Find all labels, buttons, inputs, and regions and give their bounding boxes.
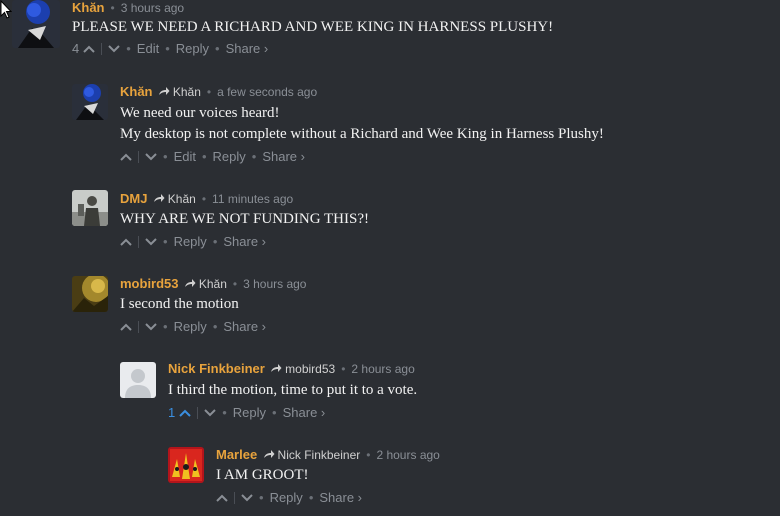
reply-to-name[interactable]: Nick Finkbeiner — [278, 448, 361, 462]
downvote-icon[interactable] — [108, 44, 120, 53]
comment-text: PLEASE WE NEED A RICHARD AND WEE KING IN… — [72, 19, 554, 35]
comment-header: Nick Finkbeiner mobird53 • 2 hours ago — [168, 361, 415, 376]
author-name[interactable]: mobird53 — [120, 276, 179, 291]
author-name[interactable]: Khăn — [120, 84, 153, 99]
share-link[interactable]: Share › — [226, 41, 269, 56]
comment-header: mobird53 Khăn • 3 hours ago — [120, 276, 307, 291]
reply-arrow-icon — [153, 194, 165, 202]
downvote-icon[interactable] — [204, 408, 216, 417]
timestamp[interactable]: 2 hours ago — [376, 448, 439, 462]
avatar[interactable] — [72, 190, 108, 226]
comment-actions: • Edit • Reply • Share › — [120, 149, 305, 164]
author-name[interactable]: Khăn — [72, 0, 105, 15]
reply-arrow-icon — [263, 450, 275, 458]
comment-text: I AM GROOT! — [216, 467, 309, 483]
comment-actions: 1 • Reply • Share › — [168, 405, 326, 420]
downvote-icon[interactable] — [145, 322, 157, 331]
reply-to-name[interactable]: Khăn — [168, 192, 196, 206]
upvote-icon[interactable] — [83, 45, 95, 53]
reply-arrow-icon — [184, 279, 196, 287]
comment-header: Marlee Nick Finkbeiner • 2 hours ago — [216, 447, 440, 462]
comment-text-line: My desktop is not complete without a Ric… — [120, 126, 604, 142]
comment-actions: 4 • Edit • Reply • Share › — [72, 41, 269, 56]
reply-link[interactable]: Reply — [174, 319, 207, 334]
timestamp[interactable]: a few seconds ago — [217, 85, 317, 99]
reply-to[interactable]: Nick Finkbeiner — [263, 448, 361, 462]
avatar[interactable] — [120, 362, 156, 398]
reply-link[interactable]: Reply — [233, 405, 266, 420]
reply-link[interactable]: Reply — [174, 234, 207, 249]
upvote-icon[interactable] — [120, 153, 132, 161]
reply-arrow-icon — [158, 87, 170, 95]
comment-text: WHY ARE WE NOT FUNDING THIS?! — [120, 211, 370, 227]
reply-to[interactable]: Khăn — [153, 192, 196, 206]
avatar[interactable] — [168, 447, 204, 483]
downvote-icon[interactable] — [145, 152, 157, 161]
reply-arrow-icon — [271, 364, 282, 372]
author-name[interactable]: Nick Finkbeiner — [168, 361, 265, 376]
upvote-icon[interactable] — [216, 494, 228, 502]
avatar[interactable] — [72, 276, 108, 312]
downvote-icon[interactable] — [145, 237, 157, 246]
share-link[interactable]: Share › — [223, 319, 266, 334]
comment-text: I second the motion — [120, 296, 239, 312]
reply-link[interactable]: Reply — [213, 149, 246, 164]
timestamp[interactable]: 2 hours ago — [351, 362, 414, 376]
share-link[interactable]: Share › — [262, 149, 305, 164]
upvote-icon[interactable] — [120, 323, 132, 331]
upvote-icon[interactable] — [179, 409, 191, 417]
reply-link[interactable]: Reply — [176, 41, 209, 56]
comment-header: Khăn • 3 hours ago — [72, 0, 185, 15]
share-link[interactable]: Share › — [223, 234, 266, 249]
comment-text-line: We need our voices heard! — [120, 105, 280, 121]
cursor-icon — [0, 0, 12, 19]
comment-actions: • Reply • Share › — [120, 319, 266, 334]
avatar[interactable] — [72, 84, 108, 120]
timestamp[interactable]: 11 minutes ago — [212, 192, 293, 206]
downvote-icon[interactable] — [241, 493, 253, 502]
vote-count: 4 — [72, 41, 80, 56]
reply-to[interactable]: Khăn — [184, 277, 227, 291]
avatar[interactable] — [12, 0, 60, 48]
comment-header: Khăn Khăn • a few seconds ago — [120, 84, 318, 99]
edit-link[interactable]: Edit — [137, 41, 159, 56]
reply-link[interactable]: Reply — [270, 490, 303, 505]
upvote-icon[interactable] — [120, 238, 132, 246]
timestamp[interactable]: 3 hours ago — [243, 277, 306, 291]
reply-to[interactable]: Khăn — [158, 85, 201, 99]
comment-actions: • Reply • Share › — [216, 490, 362, 505]
comment-header: DMJ Khăn • 11 minutes ago — [120, 191, 294, 206]
timestamp[interactable]: 3 hours ago — [121, 1, 184, 15]
comment-actions: • Reply • Share › — [120, 234, 266, 249]
author-name[interactable]: DMJ — [120, 191, 147, 206]
author-name[interactable]: Marlee — [216, 447, 257, 462]
share-link[interactable]: Share › — [283, 405, 326, 420]
reply-to-name[interactable]: Khăn — [173, 85, 201, 99]
edit-link[interactable]: Edit — [174, 149, 196, 164]
share-link[interactable]: Share › — [319, 490, 362, 505]
reply-to[interactable]: mobird53 — [270, 362, 335, 376]
reply-to-name[interactable]: Khăn — [199, 277, 227, 291]
comment-text: I third the motion, time to put it to a … — [168, 382, 418, 398]
reply-to-name[interactable]: mobird53 — [285, 362, 335, 376]
vote-count: 1 — [168, 405, 176, 420]
